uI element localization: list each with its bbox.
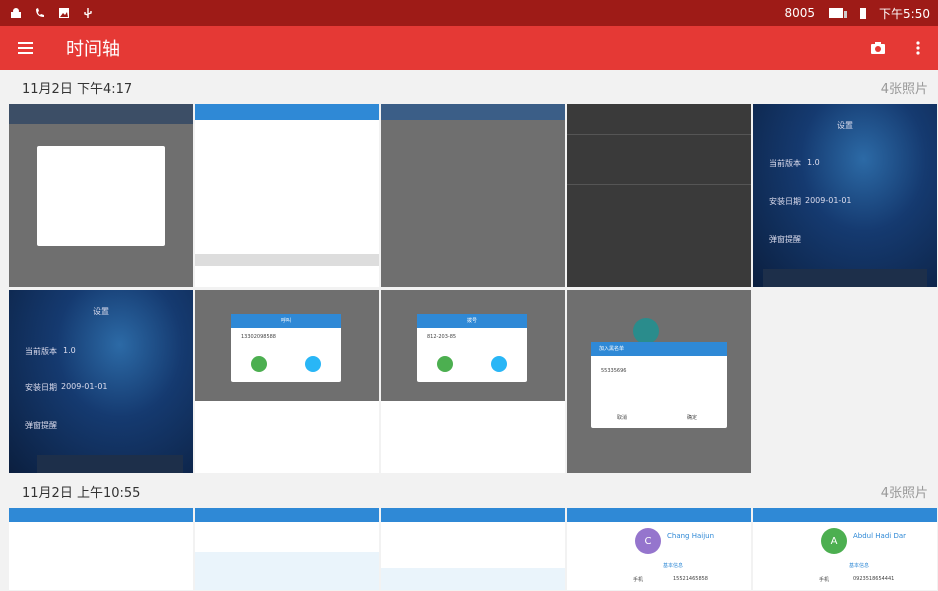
- thumb-dial-number: 13302098588: [241, 334, 276, 340]
- photo-thumbnail[interactable]: [9, 508, 193, 590]
- section-date: 11月2日 下午4:17: [22, 81, 133, 97]
- thumb-install-label: 安装日期: [769, 197, 801, 206]
- photo-thumbnail[interactable]: [9, 104, 193, 287]
- thumb-contact-label: 手机: [819, 577, 830, 583]
- photo-thumbnail[interactable]: [195, 508, 379, 590]
- photo-thumbnail[interactable]: [195, 104, 379, 287]
- thumb-version: 1.0: [807, 158, 820, 167]
- thumb-blacklist-title: 加入黑名单: [591, 342, 727, 356]
- photo-thumbnail[interactable]: 呼叫 13302098588: [195, 290, 379, 473]
- section-header: 11月2日 上午10:55 4张照片: [0, 474, 938, 508]
- thumb-blacklist-number: 55335696: [601, 368, 627, 374]
- section-count: 4张照片: [880, 485, 928, 501]
- page-title: 时间轴: [66, 39, 120, 60]
- thumb-contact-section: 基本信息: [849, 563, 870, 569]
- photo-thumbnail[interactable]: [381, 508, 565, 590]
- missed-call-icon: [36, 8, 44, 17]
- thumb-install-date: 2009-01-01: [805, 196, 852, 205]
- thumb-contact-section: 基本信息: [663, 563, 684, 569]
- status-icons-right: 8005 下午5:50: [785, 5, 938, 22]
- photo-grid: C Chang Haijun 基本信息 手机 15521465858 A Abd…: [9, 508, 937, 590]
- battery-icon: [860, 8, 867, 19]
- photo-grid: 设置 当前版本 1.0 安装日期 2009-01-01 弹窗提醒 设置 当前版本…: [9, 104, 937, 473]
- thumb-blacklist-cancel: 取消: [617, 415, 628, 421]
- hamburger-menu-icon[interactable]: [0, 26, 50, 70]
- thumb-version-label: 当前版本: [769, 159, 801, 168]
- section-count: 4张照片: [880, 81, 928, 97]
- thumb-contact-phone: 0923518654441: [853, 576, 895, 582]
- thumb-dial-title: 拨号: [417, 314, 527, 328]
- thumb-contact-name: Abdul Hadi Dar: [853, 532, 907, 540]
- photo-thumbnail[interactable]: 加入黑名单 55335696 取消 确定: [567, 290, 751, 473]
- usb-icon: [84, 8, 92, 18]
- thumb-contact-phone: 15521465858: [673, 576, 708, 582]
- android-debug-icon: [11, 8, 21, 18]
- thumb-popup-label: 弹窗提醒: [769, 235, 801, 244]
- thumb-settings-title: 设置: [93, 307, 109, 316]
- photo-thumbnail[interactable]: 设置 当前版本 1.0 安装日期 2009-01-01 弹窗提醒: [9, 290, 193, 473]
- thumb-install-date: 2009-01-01: [61, 382, 108, 391]
- photo-thumbnail[interactable]: [381, 104, 565, 287]
- app-bar: 时间轴: [0, 26, 938, 70]
- thumb-contact-avatar: C: [635, 528, 661, 554]
- app-bar-actions: [858, 26, 938, 70]
- image-icon: [59, 8, 69, 18]
- thumb-version-label: 当前版本: [25, 347, 57, 356]
- photo-thumbnail[interactable]: C Chang Haijun 基本信息 手机 15521465858: [567, 508, 751, 590]
- photo-thumbnail[interactable]: [567, 104, 751, 287]
- thumb-popup-label: 弹窗提醒: [25, 421, 57, 430]
- camera-icon[interactable]: [858, 26, 898, 70]
- thumb-install-label: 安装日期: [25, 383, 57, 392]
- signal-icon: [829, 8, 848, 18]
- status-bar: 8005 下午5:50: [0, 0, 938, 26]
- thumb-blacklist-confirm: 确定: [687, 415, 698, 421]
- photo-thumbnail[interactable]: A Abdul Hadi Dar 基本信息 手机 0923518654441: [753, 508, 937, 590]
- section-date: 11月2日 上午10:55: [22, 485, 141, 501]
- more-vertical-icon[interactable]: [898, 26, 938, 70]
- thumb-version: 1.0: [63, 346, 76, 355]
- thumb-dial-number: 812-203-85: [427, 334, 457, 340]
- status-code: 8005: [784, 6, 816, 20]
- section-header: 11月2日 下午4:17 4张照片: [0, 70, 938, 104]
- thumb-settings-title: 设置: [837, 121, 853, 130]
- photo-thumbnail[interactable]: 拨号 812-203-85: [381, 290, 565, 473]
- thumb-contact-avatar: A: [821, 528, 847, 554]
- thumb-contact-label: 手机: [633, 577, 644, 583]
- thumb-dial-title: 呼叫: [231, 314, 341, 328]
- photo-thumbnail[interactable]: 设置 当前版本 1.0 安装日期 2009-01-01 弹窗提醒: [753, 104, 937, 287]
- thumb-contact-name: Chang Haijun: [667, 532, 715, 540]
- status-icons-left: [0, 7, 94, 19]
- status-time: 下午5:50: [879, 6, 930, 21]
